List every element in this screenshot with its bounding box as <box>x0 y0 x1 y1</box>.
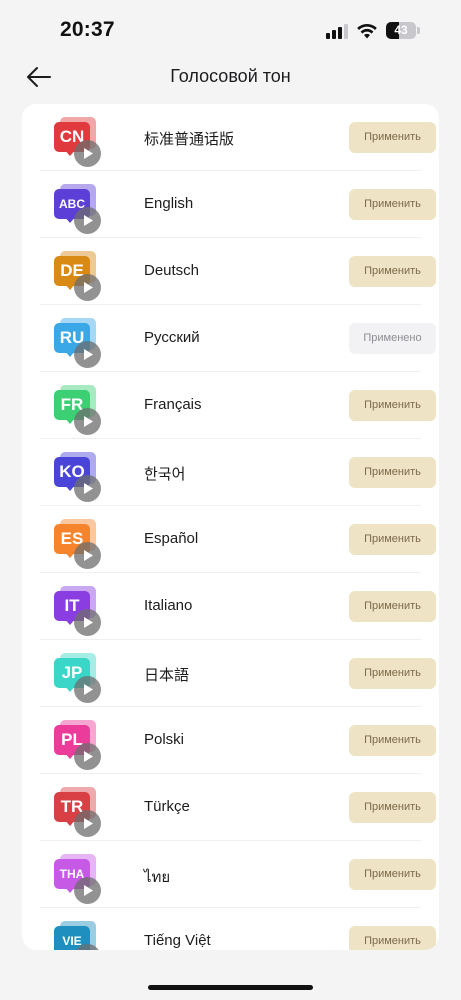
apply-button[interactable]: Применить <box>349 591 436 622</box>
play-preview-button[interactable] <box>74 542 101 569</box>
apply-button[interactable]: Применить <box>349 189 436 220</box>
language-flag-icon: VIE <box>54 921 102 950</box>
language-row: DE Deutsch Применить <box>40 238 436 305</box>
language-name: Tiếng Việt <box>144 932 211 949</box>
play-icon <box>84 885 93 896</box>
language-name: Español <box>144 530 199 547</box>
play-icon <box>84 416 93 427</box>
play-icon <box>84 215 93 226</box>
play-icon <box>84 148 93 159</box>
language-list: CN 标准普通话版 Применить ABC English Применить DE De… <box>22 104 439 950</box>
language-flag-icon: CN <box>54 117 102 167</box>
page-title: Голосовой тон <box>170 66 291 86</box>
language-row: CN 标准普通话版 Применить <box>40 104 436 171</box>
apply-button[interactable]: Применить <box>349 725 436 756</box>
play-icon <box>84 349 93 360</box>
language-flag-icon: RU <box>54 318 102 368</box>
apply-button[interactable]: Применить <box>349 390 436 421</box>
play-preview-button[interactable] <box>74 743 101 770</box>
battery-cap <box>417 27 420 34</box>
language-name: Italiano <box>144 597 193 614</box>
apply-button[interactable]: Применить <box>349 457 436 488</box>
language-row: ABC English Применить <box>40 171 436 238</box>
language-row: JP 日本語 Применить <box>40 640 436 707</box>
play-icon <box>84 550 93 561</box>
language-row: VIE Tiếng Việt Применить <box>40 908 436 950</box>
play-preview-button[interactable] <box>74 877 101 904</box>
language-row: THA ไทย Применить <box>40 841 436 908</box>
language-flag-icon: THA <box>54 854 102 904</box>
battery-icon: 43 <box>386 22 416 39</box>
play-preview-button[interactable] <box>74 810 101 837</box>
language-name: Deutsch <box>144 262 200 279</box>
language-flag-icon: PL <box>54 720 102 770</box>
language-flag-icon: ES <box>54 519 102 569</box>
play-icon <box>84 751 93 762</box>
play-icon <box>84 282 93 293</box>
nav-bar: Голосовой тон <box>0 56 461 100</box>
language-flag-icon: IT <box>54 586 102 636</box>
language-row: IT Italiano Применить <box>40 573 436 640</box>
play-preview-button[interactable] <box>74 274 101 301</box>
status-time: 20:37 <box>60 18 115 41</box>
apply-button[interactable]: Применить <box>349 256 436 287</box>
language-name: Polski <box>144 731 185 748</box>
play-icon <box>84 818 93 829</box>
language-row: ES Español Применить <box>40 506 436 573</box>
play-icon <box>84 483 93 494</box>
language-flag-icon: JP <box>54 653 102 703</box>
language-name: English <box>144 195 194 212</box>
language-row: KO 한국어 Применить <box>40 439 436 506</box>
status-bar: 20:37 43 <box>0 0 461 60</box>
play-preview-button[interactable] <box>74 140 101 167</box>
language-row: TR Türkçe Применить <box>40 774 436 841</box>
play-preview-button[interactable] <box>74 676 101 703</box>
language-row: RU Русский Применено <box>40 305 436 372</box>
language-name: 标准普通话版 <box>144 131 235 148</box>
language-name: Français <box>144 396 202 413</box>
language-name: Русский <box>144 329 200 346</box>
language-flag-icon: ABC <box>54 184 102 234</box>
language-flag-icon: DE <box>54 251 102 301</box>
apply-button[interactable]: Применить <box>349 122 436 153</box>
play-icon <box>84 684 93 695</box>
language-name: 한국어 <box>144 466 186 483</box>
home-indicator <box>148 985 313 990</box>
apply-button[interactable]: Применить <box>349 524 436 555</box>
battery-level: 43 <box>394 23 408 37</box>
language-name: 日本語 <box>144 667 190 684</box>
play-icon <box>84 617 93 628</box>
language-flag-icon: FR <box>54 385 102 435</box>
play-preview-button[interactable] <box>74 609 101 636</box>
language-row: PL Polski Применить <box>40 707 436 774</box>
apply-button[interactable]: Применить <box>349 859 436 890</box>
play-preview-button[interactable] <box>74 408 101 435</box>
wifi-icon <box>357 23 377 39</box>
language-flag-icon: TR <box>54 787 102 837</box>
play-preview-button[interactable] <box>74 207 101 234</box>
apply-button[interactable]: Применить <box>349 658 436 689</box>
play-preview-button[interactable] <box>74 475 101 502</box>
applied-button[interactable]: Применено <box>349 323 436 354</box>
language-flag-icon: KO <box>54 452 102 502</box>
language-row: FR Français Применить <box>40 372 436 439</box>
apply-button[interactable]: Применить <box>349 792 436 823</box>
play-preview-button[interactable] <box>74 341 101 368</box>
language-name: Türkçe <box>144 798 190 815</box>
cellular-signal-icon <box>326 24 348 39</box>
language-name: ไทย <box>144 869 171 886</box>
apply-button[interactable]: Применить <box>349 926 436 950</box>
